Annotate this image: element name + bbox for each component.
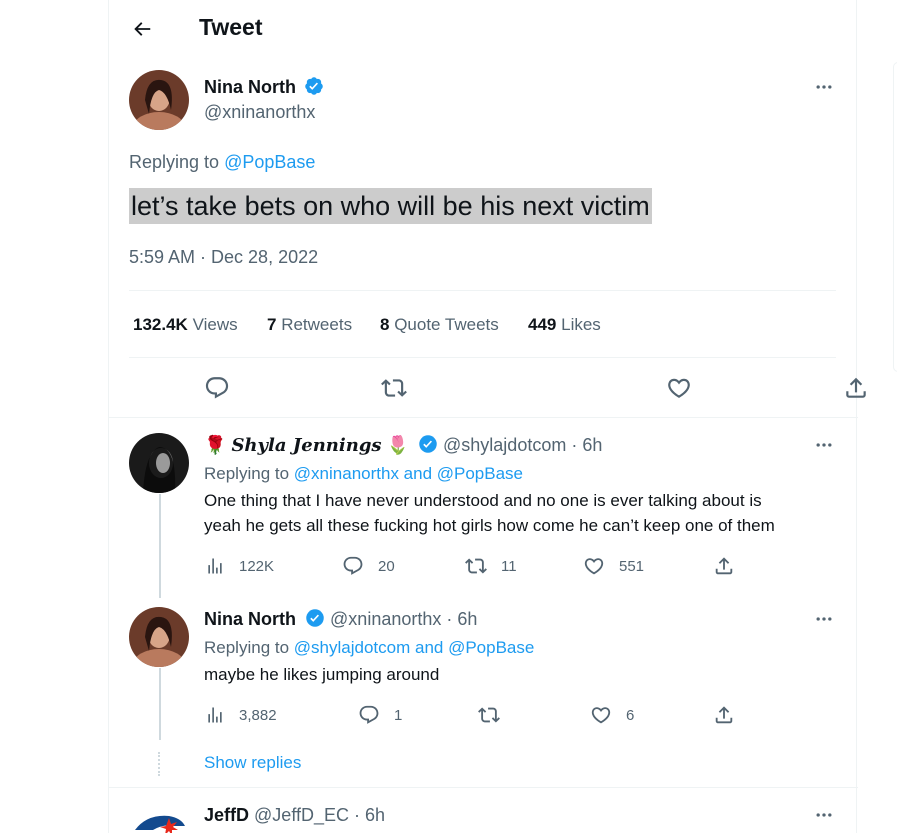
heart-icon [591, 707, 611, 724]
more-icon [816, 813, 832, 817]
page-title: Tweet [199, 14, 263, 40]
replying-label: Replying to [204, 464, 290, 483]
share-icon [715, 706, 733, 724]
next-tweet-time[interactable]: · 6h [354, 805, 385, 825]
replying-to-link[interactable]: @PopBase [224, 152, 315, 172]
replying-label: Replying to [129, 152, 220, 172]
share-icon [846, 377, 866, 398]
views-icon [208, 558, 222, 574]
rose-icon: 🌹 [204, 435, 227, 455]
like-count[interactable]: 6 [590, 704, 634, 726]
tulip-icon: 🌷 [386, 435, 409, 455]
reply-text-line-2: yeah he gets all these fucking hot girls… [204, 516, 775, 535]
replying-to: Replying to @PopBase [129, 152, 315, 173]
retweets-stat[interactable]: 7 Retweets [267, 315, 352, 335]
quote-tweets-stat[interactable]: 8 Quote Tweets [380, 315, 499, 335]
reply-header: Nina North @xninanorthx · 6h [204, 608, 477, 630]
reply-icon [343, 556, 363, 575]
retweet-count[interactable] [478, 704, 514, 726]
more-options-button[interactable] [807, 428, 841, 462]
reply-author-name[interactable]: Nina North [204, 609, 296, 629]
views-icon [208, 707, 222, 723]
next-tweet-handle[interactable]: @JeffD_EC [254, 805, 349, 825]
next-tweet-avatar[interactable] [129, 800, 189, 833]
reply-text-line-1: One thing that I have never understood a… [204, 491, 762, 510]
avatar-image [129, 607, 189, 667]
author-name[interactable]: Nina North [204, 77, 296, 97]
more-options-button[interactable] [807, 70, 841, 104]
retweet-icon [478, 707, 500, 723]
reply-author-handle[interactable]: @xninanorthx [330, 609, 441, 629]
thread-dots [158, 752, 160, 776]
tweet-timestamp[interactable]: 5:59 AM · Dec 28, 2022 [129, 247, 318, 268]
reply-count[interactable]: 20 [342, 555, 395, 577]
verified-badge-icon [306, 609, 324, 627]
reply-button[interactable] [201, 372, 233, 404]
back-arrow-icon [134, 22, 151, 36]
right-sidebar-card [893, 62, 897, 372]
reply-avatar[interactable] [129, 607, 189, 667]
page-header: Tweet [109, 0, 858, 56]
reply-text-line-1: maybe he likes jumping around [204, 665, 440, 684]
replying-label: Replying to [204, 638, 290, 657]
reply-icon [205, 377, 229, 399]
views-count[interactable]: 122K [205, 556, 274, 576]
like-count[interactable]: 551 [583, 555, 644, 577]
retweet-button[interactable] [378, 372, 410, 404]
divider [109, 417, 858, 418]
back-button[interactable] [125, 12, 159, 46]
retweet-count[interactable]: 11 [465, 555, 517, 577]
share-button-main[interactable] [840, 372, 872, 404]
author-handle[interactable]: @xninanorthx [204, 102, 315, 123]
share-button[interactable] [713, 704, 735, 726]
author-avatar[interactable] [129, 70, 189, 130]
replying-to: Replying to @xninanorthx and @PopBase [204, 462, 523, 486]
more-icon [816, 443, 832, 447]
verified-badge-icon [305, 77, 324, 95]
reply-icon [359, 705, 379, 724]
reply-time[interactable]: · 6h [446, 609, 477, 629]
show-replies-link[interactable]: Show replies [204, 753, 301, 773]
more-options-button[interactable] [807, 602, 841, 636]
reply-avatar[interactable] [129, 433, 189, 493]
reply-count[interactable]: 1 [358, 704, 402, 726]
more-options-button[interactable] [807, 798, 841, 832]
replying-to-link[interactable]: @xninanorthx and @PopBase [294, 464, 523, 483]
avatar-image [129, 70, 189, 130]
next-tweet-header: JeffD @JeffD_EC · 6h [204, 805, 385, 826]
thread-line [159, 668, 161, 740]
heart-icon [584, 558, 604, 575]
tweet-column: Tweet Nina North @xninanorthx Replying t… [108, 0, 866, 833]
replying-to-link[interactable]: @shylajdotcom and @PopBase [294, 638, 535, 657]
tweet-stats: 132.4K Views 7 Retweets 8 Quote Tweets 4… [129, 290, 836, 358]
share-button[interactable] [713, 555, 735, 577]
thread-line [159, 494, 161, 598]
reply-author-handle[interactable]: @shylajdotcom [443, 435, 566, 455]
blue-jays-logo-icon [135, 815, 185, 833]
replying-to: Replying to @shylajdotcom and @PopBase [204, 636, 534, 660]
share-icon [715, 557, 733, 575]
avatar-image [129, 433, 189, 493]
like-button[interactable] [663, 372, 695, 404]
views-stat: 132.4K Views [133, 315, 238, 334]
more-icon [816, 617, 832, 621]
tweet-actions [129, 358, 866, 416]
views-count[interactable]: 3,882 [205, 705, 277, 725]
reply-header: 🌹 Shyla Jennings 🌷 @shylajdotcom · 6h [204, 434, 602, 456]
heart-icon [668, 378, 690, 398]
retweet-icon [465, 558, 487, 574]
divider [109, 787, 858, 788]
likes-stat[interactable]: 449 Likes [528, 315, 601, 335]
retweet-icon [381, 379, 407, 397]
reply-time[interactable]: · 6h [571, 435, 602, 455]
more-icon [816, 85, 832, 89]
next-tweet-author-name[interactable]: JeffD [204, 805, 249, 825]
verified-badge-icon [419, 435, 437, 453]
tweet-text: let’s take bets on who will be his next … [129, 188, 652, 224]
reply-author-name[interactable]: Shyla Jennings [231, 435, 381, 456]
